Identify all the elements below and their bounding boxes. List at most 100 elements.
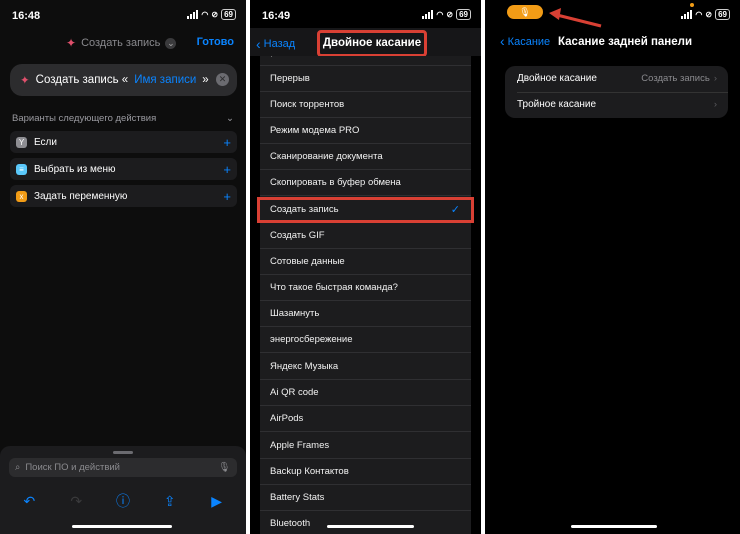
list-item[interactable]: Перерыв [260,66,471,92]
list-item[interactable]: Что такое быстрая команда? [260,275,471,301]
suggestions-label: Варианты следующего действия [12,113,157,124]
triple-tap-row[interactable]: Тройное касание › [505,92,728,118]
note-name-param[interactable]: Имя записи [134,74,196,86]
list-item[interactable]: энергосбережение [260,327,471,353]
nav-bar: ‹ Назад Двойное касание [250,28,481,57]
shortcut-title[interactable]: ✦ Создать запись ⌄ [66,36,177,50]
back-tap-settings-screen: 🎙︎ ◠ ⊘ 69 ‹ Касание Касание задней панел… [485,0,740,534]
shortcut-list: · Перерыв Поиск торрентов Режим модема P… [257,56,474,534]
redo-icon[interactable]: ↷ [67,492,85,510]
search-icon: ⌕ [15,462,21,473]
signal-icon [681,10,693,19]
info-icon[interactable]: ⓘ [114,492,132,510]
list-item[interactable]: Скопировать в буфер обмена [260,170,471,196]
create-note-action[interactable]: ✦ Создать запись « Имя записи » ✕ [10,64,237,96]
note-action-icon: ✦ [20,75,30,87]
status-time: 16:48 [12,10,41,22]
wifi-icon: ◠ [695,10,703,19]
status-time: 16:49 [262,10,291,22]
checkmark-icon: ✓ [450,204,460,216]
chevron-down-icon: ⌄ [226,113,234,124]
shortcut-editor-screen: 16:48 ◠ ⊘ 69 ✦ Создать запись ⌄ Готово ✦… [0,0,246,534]
suggestion-if[interactable]: Y Если + [10,131,237,153]
wifi-icon: ◠ [201,10,209,19]
link-icon: ⊘ [705,10,713,19]
next-action-suggestions-header[interactable]: Варианты следующего действия ⌄ [12,113,234,124]
undo-icon[interactable]: ↶ [20,492,38,510]
list-item[interactable]: Яндекс Музыка [260,354,471,380]
status-bar: ◠ ⊘ 69 [485,0,740,28]
list-item[interactable]: Создать GIF [260,223,471,249]
remove-action-icon[interactable]: ✕ [216,73,229,86]
shortcut-title-label: Создать запись [81,37,161,49]
status-bar: 16:48 ◠ ⊘ 69 [0,0,246,28]
double-tap-row[interactable]: Двойное касание Создать запись › [505,66,728,92]
chevron-left-icon: ‹ [256,36,261,52]
back-label: Назад [263,38,296,50]
status-icons: ◠ ⊘ 69 [187,9,236,20]
tap-settings-group: Двойное касание Создать запись › Тройное … [505,66,728,118]
back-button[interactable]: ‹ Назад [256,36,295,52]
menu-icon: ≡ [16,163,27,175]
list-item[interactable]: Режим модема PRO [260,118,471,144]
battery-icon: 69 [221,9,236,20]
nav-bar: ‹ Касание Касание задней панели [485,34,740,52]
play-icon[interactable]: ▶ [208,492,226,510]
chevron-down-icon: ⌄ [165,37,177,49]
list-item[interactable]: Battery Stats [260,485,471,511]
signal-icon [422,10,434,19]
editor-header: ✦ Создать запись ⌄ Готово [0,33,246,53]
row-value: › [710,92,717,118]
add-icon[interactable]: + [223,189,231,204]
row-label: Тройное касание [517,99,597,110]
list-item-selected[interactable]: Создать запись ✓ [257,197,474,223]
list-item[interactable]: Поиск торрентов [260,92,471,118]
back-button[interactable]: ‹ Касание [500,33,550,49]
home-indicator[interactable] [571,525,657,528]
row-value: Создать запись › [641,66,717,92]
list-item[interactable]: Шазамнуть [260,301,471,327]
list-item[interactable]: AirPods [260,406,471,432]
chevron-right-icon: › [713,73,717,84]
editor-toolbar: ↶ ↷ ⓘ ⇪ ▶ [0,492,246,510]
done-button[interactable]: Готово [197,36,234,48]
page-title: Касание задней панели [558,36,693,48]
list-item-label: Создать запись [270,204,339,215]
list-item[interactable]: Сканирование документа [260,144,471,170]
row-label: Двойное касание [517,73,597,84]
suggestion-choose-menu[interactable]: ≡ Выбрать из меню + [10,158,237,180]
chevron-left-icon: ‹ [500,33,505,49]
action-prefix: Создать запись « [35,74,129,86]
status-icons: ◠ ⊘ 69 [681,9,730,20]
suggestion-label: Задать переменную [34,190,128,202]
share-icon[interactable]: ⇪ [161,492,179,510]
page-title: Двойное касание [317,30,427,57]
variable-icon: x [16,190,27,202]
status-icons: ◠ ⊘ 69 [422,9,471,20]
add-icon[interactable]: + [223,135,231,150]
actions-sheet: ⌕ Поиск ПО и действий 🎙︎ ↶ ↷ ⓘ ⇪ ▶ [0,446,246,534]
mic-icon[interactable]: 🎙︎ [218,462,230,473]
list-item[interactable]: Apple Frames [260,433,471,459]
link-icon: ⊘ [446,10,454,19]
wifi-icon: ◠ [436,10,444,19]
link-icon: ⊘ [211,10,219,19]
sheet-grabber[interactable] [113,451,133,454]
double-tap-picker-screen: 16:49 ◠ ⊘ 69 ‹ Назад Двойное касание · П… [250,0,481,534]
home-indicator[interactable] [72,525,172,528]
home-indicator[interactable] [327,525,414,528]
list-item[interactable]: Сотовые данные [260,249,471,275]
action-suffix: » [202,74,209,86]
battery-icon: 69 [456,9,471,20]
status-bar: 16:49 ◠ ⊘ 69 [250,0,481,28]
list-item[interactable]: Backup Контактов [260,459,471,485]
if-icon: Y [16,136,27,148]
list-item-partial[interactable]: · [260,56,471,66]
battery-icon: 69 [715,9,730,20]
suggestion-set-variable[interactable]: x Задать переменную + [10,185,237,207]
add-icon[interactable]: + [223,162,231,177]
list-item[interactable]: Ai QR code [260,380,471,406]
list-item[interactable]: Bluetooth [260,511,471,534]
search-placeholder: Поиск ПО и действий [25,462,120,473]
search-input[interactable]: ⌕ Поиск ПО и действий 🎙︎ [9,458,237,477]
